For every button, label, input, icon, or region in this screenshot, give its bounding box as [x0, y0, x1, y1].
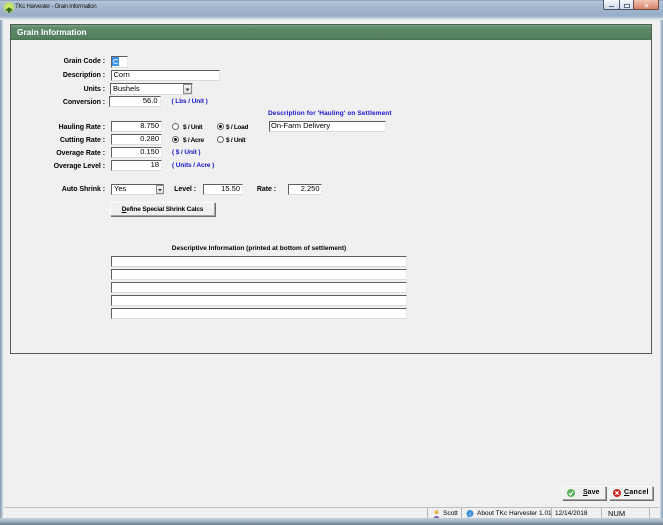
svg-text:i: i: [469, 512, 470, 518]
